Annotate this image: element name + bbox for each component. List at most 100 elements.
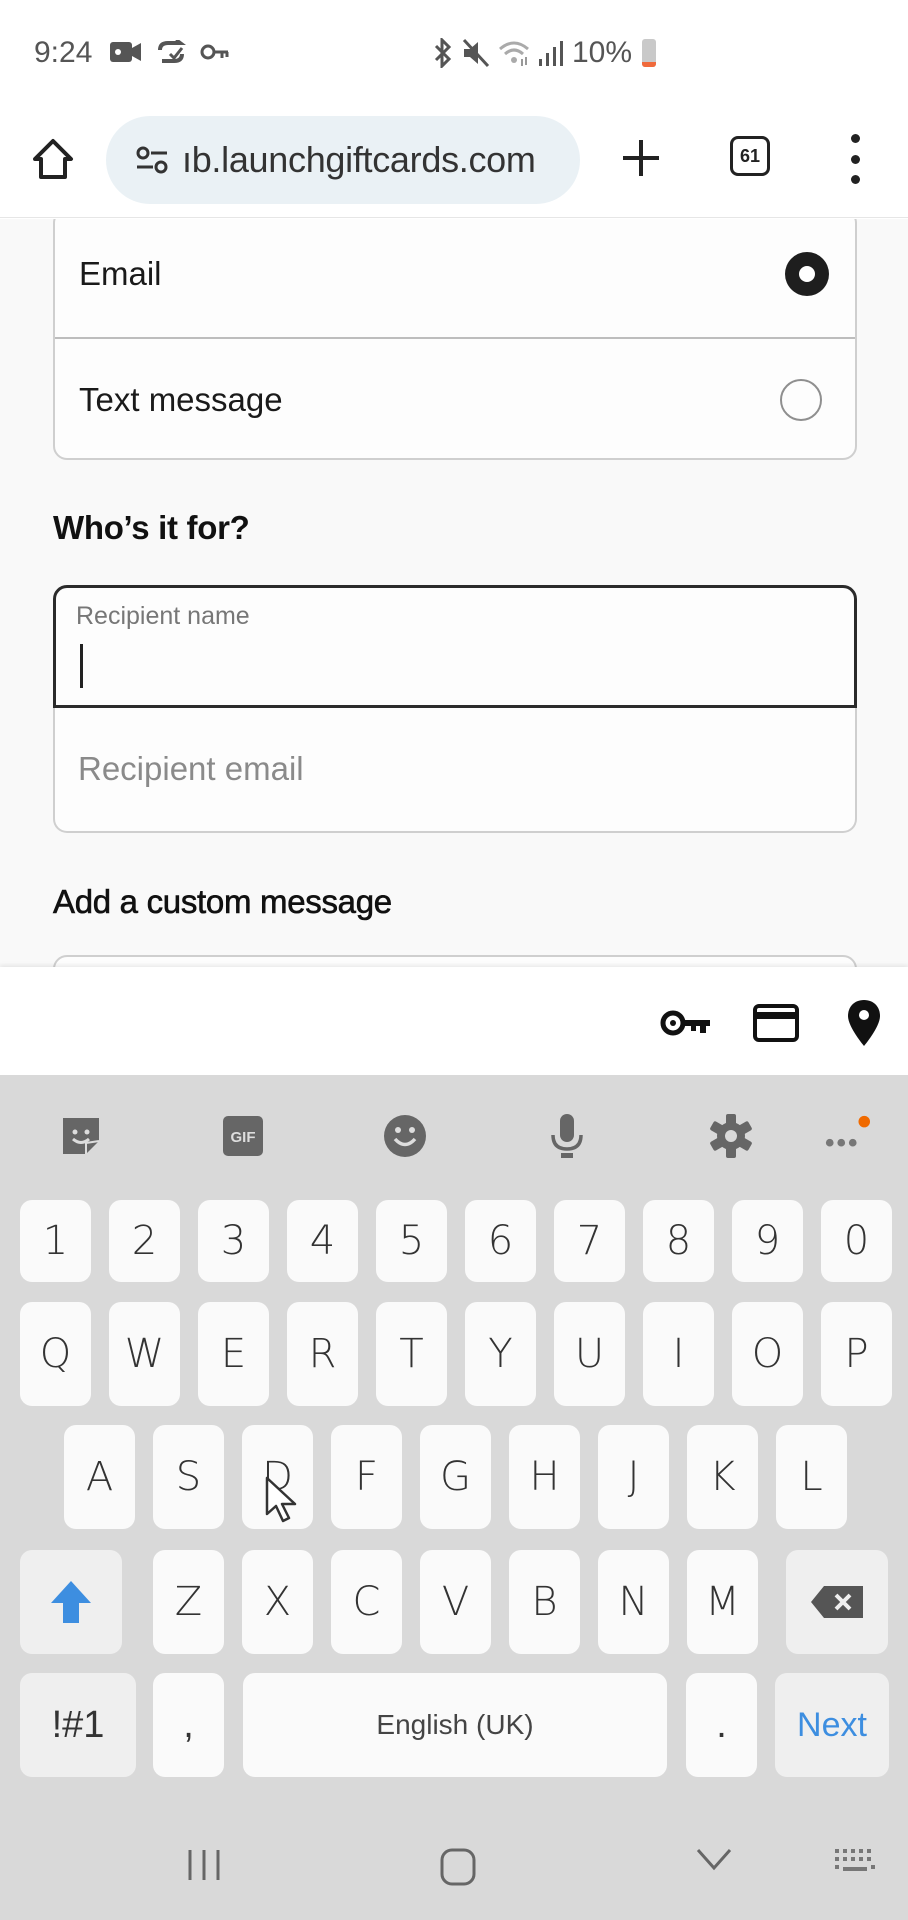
keyboard-toolbar: GIF [0,1075,908,1195]
letter-key-b[interactable]: B [509,1550,580,1654]
more-icon [825,1115,870,1147]
number-key-8[interactable]: 8 [643,1200,714,1282]
recipient-fields: Recipient name Recipient email [53,585,857,833]
letter-key-p[interactable]: P [821,1302,892,1406]
keyboard-settings-button[interactable] [708,1113,754,1159]
emoji-button[interactable] [382,1113,428,1159]
letter-key-g[interactable]: G [420,1425,491,1529]
address-bar[interactable]: ıb.launchgiftcards.com [106,116,580,204]
letter-key-e[interactable]: E [198,1302,269,1406]
plus-icon [623,140,659,176]
web-page: Email Text message Who’s it for? Recipie… [0,219,908,967]
url-text: ıb.launchgiftcards.com [182,139,536,180]
custom-message-input[interactable] [53,955,857,967]
period-key[interactable]: . [686,1673,757,1777]
system-nav-bar [0,1790,908,1920]
comma-key[interactable]: , [153,1673,224,1777]
letter-key-z[interactable]: Z [153,1550,224,1654]
home-button[interactable] [28,134,78,184]
tab-switcher-button[interactable]: 61 [730,136,770,176]
delivery-option-email[interactable]: Email [55,219,855,337]
radio-text-message[interactable] [780,378,822,421]
recipient-email-input[interactable]: Recipient email [53,708,857,833]
voice-input-button[interactable] [544,1113,590,1159]
status-bar: 9:24 10% [0,0,908,106]
new-tab-button[interactable] [615,132,667,184]
back-chevron-icon [696,1849,732,1871]
number-key-3[interactable]: 3 [198,1200,269,1282]
letter-key-q[interactable]: Q [20,1302,91,1406]
bluetooth-icon [434,38,452,68]
space-bar[interactable]: English (UK) [243,1673,667,1777]
letter-key-t[interactable]: T [376,1302,447,1406]
gif-button[interactable]: GIF [220,1113,266,1159]
recent-apps-button[interactable] [186,1848,222,1882]
next-key[interactable]: Next [775,1673,889,1777]
site-settings-icon[interactable] [136,146,168,174]
hide-keyboard-button[interactable] [696,1848,732,1872]
letter-key-w[interactable]: W [109,1302,180,1406]
radio-email-selected[interactable] [785,252,829,296]
number-key-5[interactable]: 5 [376,1200,447,1282]
letter-key-v[interactable]: V [420,1550,491,1654]
letter-key-y[interactable]: Y [465,1302,536,1406]
letter-key-o[interactable]: O [732,1302,803,1406]
recipient-name-input[interactable]: Recipient name [53,585,857,708]
number-key-1[interactable]: 1 [20,1200,91,1282]
number-key-2[interactable]: 2 [109,1200,180,1282]
home-icon [440,1848,476,1886]
number-key-7[interactable]: 7 [554,1200,625,1282]
option-label: Text message [79,380,283,418]
letter-key-i[interactable]: I [643,1302,714,1406]
letter-key-f[interactable]: F [331,1425,402,1529]
recent-apps-icon [188,1850,220,1880]
battery-percent: 10% [572,36,633,69]
text-caret [80,644,83,688]
delivery-option-text-message[interactable]: Text message [55,337,855,458]
number-key-0[interactable]: 0 [821,1200,892,1282]
delivery-method-group: Email Text message [53,219,857,460]
home-icon [33,139,73,179]
letter-key-m[interactable]: M [687,1550,758,1654]
letter-key-n[interactable]: N [598,1550,669,1654]
passwords-button[interactable] [660,997,712,1049]
mute-icon [462,38,490,68]
tab-count: 61 [739,145,761,166]
battery-icon [642,39,657,67]
sticker-icon [63,1118,100,1154]
sync-check-icon [158,40,186,63]
letter-key-u[interactable]: U [554,1302,625,1406]
svg-text:GIF: GIF [231,1129,256,1146]
shift-key[interactable] [20,1550,122,1654]
letter-key-c[interactable]: C [331,1550,402,1654]
payment-methods-button[interactable] [750,997,802,1049]
autofill-bar [0,967,908,1075]
letter-key-x[interactable]: X [242,1550,313,1654]
more-menu-button[interactable] [840,134,870,184]
option-label: Email [79,255,162,292]
letter-key-a[interactable]: A [64,1425,135,1529]
letter-key-l[interactable]: L [776,1425,847,1529]
wifi-icon [499,41,529,66]
gif-icon: GIF [223,1116,263,1156]
number-key-4[interactable]: 4 [287,1200,358,1282]
letter-key-r[interactable]: R [287,1302,358,1406]
number-key-6[interactable]: 6 [465,1200,536,1282]
keyboard-switch-button[interactable] [834,1848,876,1878]
letter-key-k[interactable]: K [687,1425,758,1529]
letter-key-s[interactable]: S [153,1425,224,1529]
menu-dot [850,134,860,143]
sticker-button[interactable] [58,1113,104,1159]
letter-key-j[interactable]: J [598,1425,669,1529]
backspace-key[interactable] [786,1550,888,1654]
more-options-button[interactable] [824,1113,870,1159]
letter-key-h[interactable]: H [509,1425,580,1529]
symbols-key[interactable]: !#1 [20,1673,136,1777]
microphone-icon [551,1114,583,1158]
credit-card-icon [753,1004,799,1042]
number-key-9[interactable]: 9 [732,1200,803,1282]
location-pin-icon [848,1000,880,1046]
home-nav-button[interactable] [440,1848,476,1886]
addresses-button[interactable] [838,997,890,1049]
key-icon [660,1010,710,1036]
